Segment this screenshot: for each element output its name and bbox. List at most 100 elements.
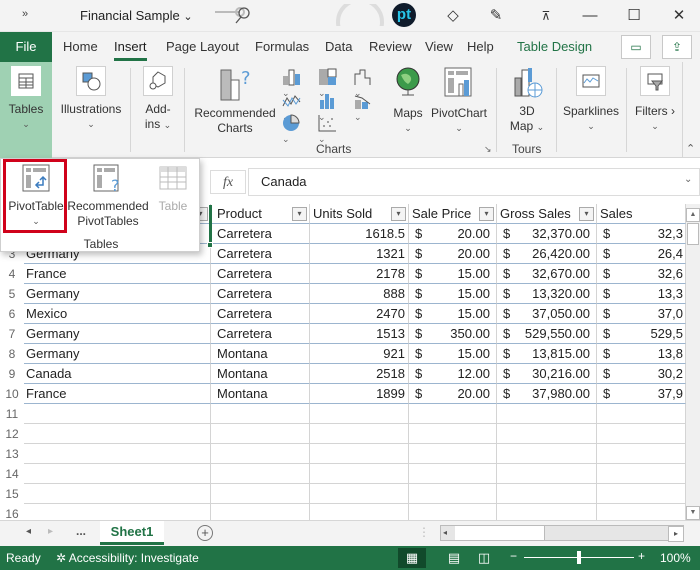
- row-number[interactable]: 15: [0, 484, 24, 504]
- empty-cell[interactable]: [211, 444, 310, 464]
- cell-gross[interactable]: $37,050.00: [497, 304, 597, 324]
- cell-price[interactable]: $20.00: [409, 224, 497, 244]
- horizontal-scroll-thumb[interactable]: [455, 526, 545, 540]
- cell-units[interactable]: 1321: [310, 244, 409, 264]
- row-number[interactable]: 9: [0, 364, 24, 384]
- scatter-chart-button[interactable]: ⌄: [318, 114, 348, 144]
- page-break-view-button[interactable]: ◫: [470, 548, 498, 568]
- empty-cell[interactable]: [24, 424, 211, 444]
- empty-cell[interactable]: [497, 424, 597, 444]
- tab-file[interactable]: File: [0, 32, 52, 62]
- tab-page-layout[interactable]: Page Layout: [166, 39, 239, 54]
- page-layout-view-button[interactable]: ▤: [440, 548, 468, 568]
- tab-help[interactable]: Help: [467, 39, 494, 54]
- horizontal-scrollbar[interactable]: ◂: [440, 525, 684, 541]
- zoom-slider-thumb[interactable]: [577, 551, 581, 564]
- cell-country[interactable]: Germany: [24, 344, 211, 364]
- row-number[interactable]: 11: [0, 404, 24, 424]
- cell-units[interactable]: 888: [310, 284, 409, 304]
- empty-cell[interactable]: [409, 424, 497, 444]
- pivotchart-button[interactable]: PivotChart ⌄: [428, 66, 490, 136]
- maps-button[interactable]: Maps ⌄: [388, 66, 428, 136]
- tab-view[interactable]: View: [425, 39, 453, 54]
- cell-units[interactable]: 2518: [310, 364, 409, 384]
- cell-sales[interactable]: $37,0: [597, 304, 686, 324]
- cell-product[interactable]: Carretera: [211, 284, 310, 304]
- cell-product[interactable]: Carretera: [211, 224, 310, 244]
- empty-cell[interactable]: [409, 444, 497, 464]
- ribbon-display-icon[interactable]: ⊼: [536, 6, 556, 26]
- column-chart-button[interactable]: ⌄: [282, 68, 312, 98]
- filter-dropdown-button[interactable]: ▾: [391, 207, 406, 221]
- vertical-scroll-thumb[interactable]: [687, 223, 699, 245]
- cell-sales[interactable]: $13,8: [597, 344, 686, 364]
- previous-sheet-button[interactable]: ◂: [26, 526, 31, 537]
- insert-function-button[interactable]: fx: [210, 170, 246, 194]
- empty-cell[interactable]: [24, 464, 211, 484]
- normal-view-button[interactable]: ▦: [398, 548, 426, 568]
- add-sheet-button[interactable]: +: [197, 525, 213, 541]
- cell-sales[interactable]: $529,5: [597, 324, 686, 344]
- addins-button[interactable]: Add- ins ⌄: [138, 66, 178, 133]
- tables-button[interactable]: Tables ⌄: [2, 66, 50, 132]
- empty-cell[interactable]: [24, 444, 211, 464]
- expand-formula-bar-icon[interactable]: ⌄: [684, 174, 692, 185]
- cell-price[interactable]: $15.00: [409, 344, 497, 364]
- cell-units[interactable]: 2470: [310, 304, 409, 324]
- empty-cell[interactable]: [409, 404, 497, 424]
- recommended-pivottables-button[interactable]: ? Recommended PivotTables: [67, 163, 149, 229]
- tab-formulas[interactable]: Formulas: [255, 39, 309, 54]
- waterfall-chart-button[interactable]: ⌄: [354, 68, 384, 98]
- formula-input[interactable]: Canada: [248, 168, 700, 196]
- zoom-out-button[interactable]: −: [510, 549, 517, 563]
- filter-dropdown-button[interactable]: ▾: [479, 207, 494, 221]
- empty-cell[interactable]: [497, 404, 597, 424]
- empty-cell[interactable]: [310, 404, 409, 424]
- 3d-map-button[interactable]: 3D Map ⌄: [502, 66, 552, 135]
- tab-review[interactable]: Review: [369, 39, 412, 54]
- cell-product[interactable]: Montana: [211, 344, 310, 364]
- column-header[interactable]: Units Sold ▾: [310, 204, 409, 224]
- cell-price[interactable]: $12.00: [409, 364, 497, 384]
- empty-cell[interactable]: [409, 464, 497, 484]
- cell-sales[interactable]: $37,9: [597, 384, 686, 404]
- cell-price[interactable]: $15.00: [409, 304, 497, 324]
- column-header[interactable]: Gross Sales ▾: [497, 204, 597, 224]
- split-handle[interactable]: ⋮: [418, 525, 430, 539]
- empty-cell[interactable]: [497, 504, 597, 520]
- empty-cell[interactable]: [310, 484, 409, 504]
- row-number[interactable]: 6: [0, 304, 24, 324]
- empty-cell[interactable]: [597, 464, 686, 484]
- empty-cell[interactable]: [24, 504, 211, 520]
- next-sheet-button[interactable]: ▸: [48, 526, 53, 537]
- row-number[interactable]: 7: [0, 324, 24, 344]
- cell-country[interactable]: France: [24, 384, 211, 404]
- cell-price[interactable]: $15.00: [409, 284, 497, 304]
- cell-sales[interactable]: $32,6: [597, 264, 686, 284]
- zoom-in-button[interactable]: +: [638, 549, 645, 563]
- empty-cell[interactable]: [310, 464, 409, 484]
- empty-cell[interactable]: [497, 444, 597, 464]
- cell-gross[interactable]: $529,550.00: [497, 324, 597, 344]
- cell-product[interactable]: Carretera: [211, 244, 310, 264]
- empty-cell[interactable]: [497, 484, 597, 504]
- empty-cell[interactable]: [310, 444, 409, 464]
- cell-country[interactable]: Mexico: [24, 304, 211, 324]
- filters-button[interactable]: Filters › ⌄: [632, 66, 678, 134]
- tab-table-design[interactable]: Table Design: [517, 39, 592, 54]
- charts-dialog-launcher-icon[interactable]: ↘: [484, 144, 492, 155]
- quick-access-overflow-button[interactable]: »: [22, 8, 28, 20]
- cell-units[interactable]: 921: [310, 344, 409, 364]
- cell-price[interactable]: $20.00: [409, 384, 497, 404]
- empty-cell[interactable]: [597, 504, 686, 520]
- cell-price[interactable]: $15.00: [409, 264, 497, 284]
- cell-sales[interactable]: $30,2: [597, 364, 686, 384]
- empty-cell[interactable]: [597, 424, 686, 444]
- vertical-scrollbar[interactable]: ▲ ▼: [686, 204, 700, 520]
- sheet-tab-sheet1[interactable]: Sheet1: [100, 521, 164, 545]
- cell-sales[interactable]: $13,3: [597, 284, 686, 304]
- column-header[interactable]: Sale Price ▾: [409, 204, 497, 224]
- cell-product[interactable]: Montana: [211, 384, 310, 404]
- empty-cell[interactable]: [211, 424, 310, 444]
- scroll-down-button[interactable]: ▼: [686, 506, 700, 520]
